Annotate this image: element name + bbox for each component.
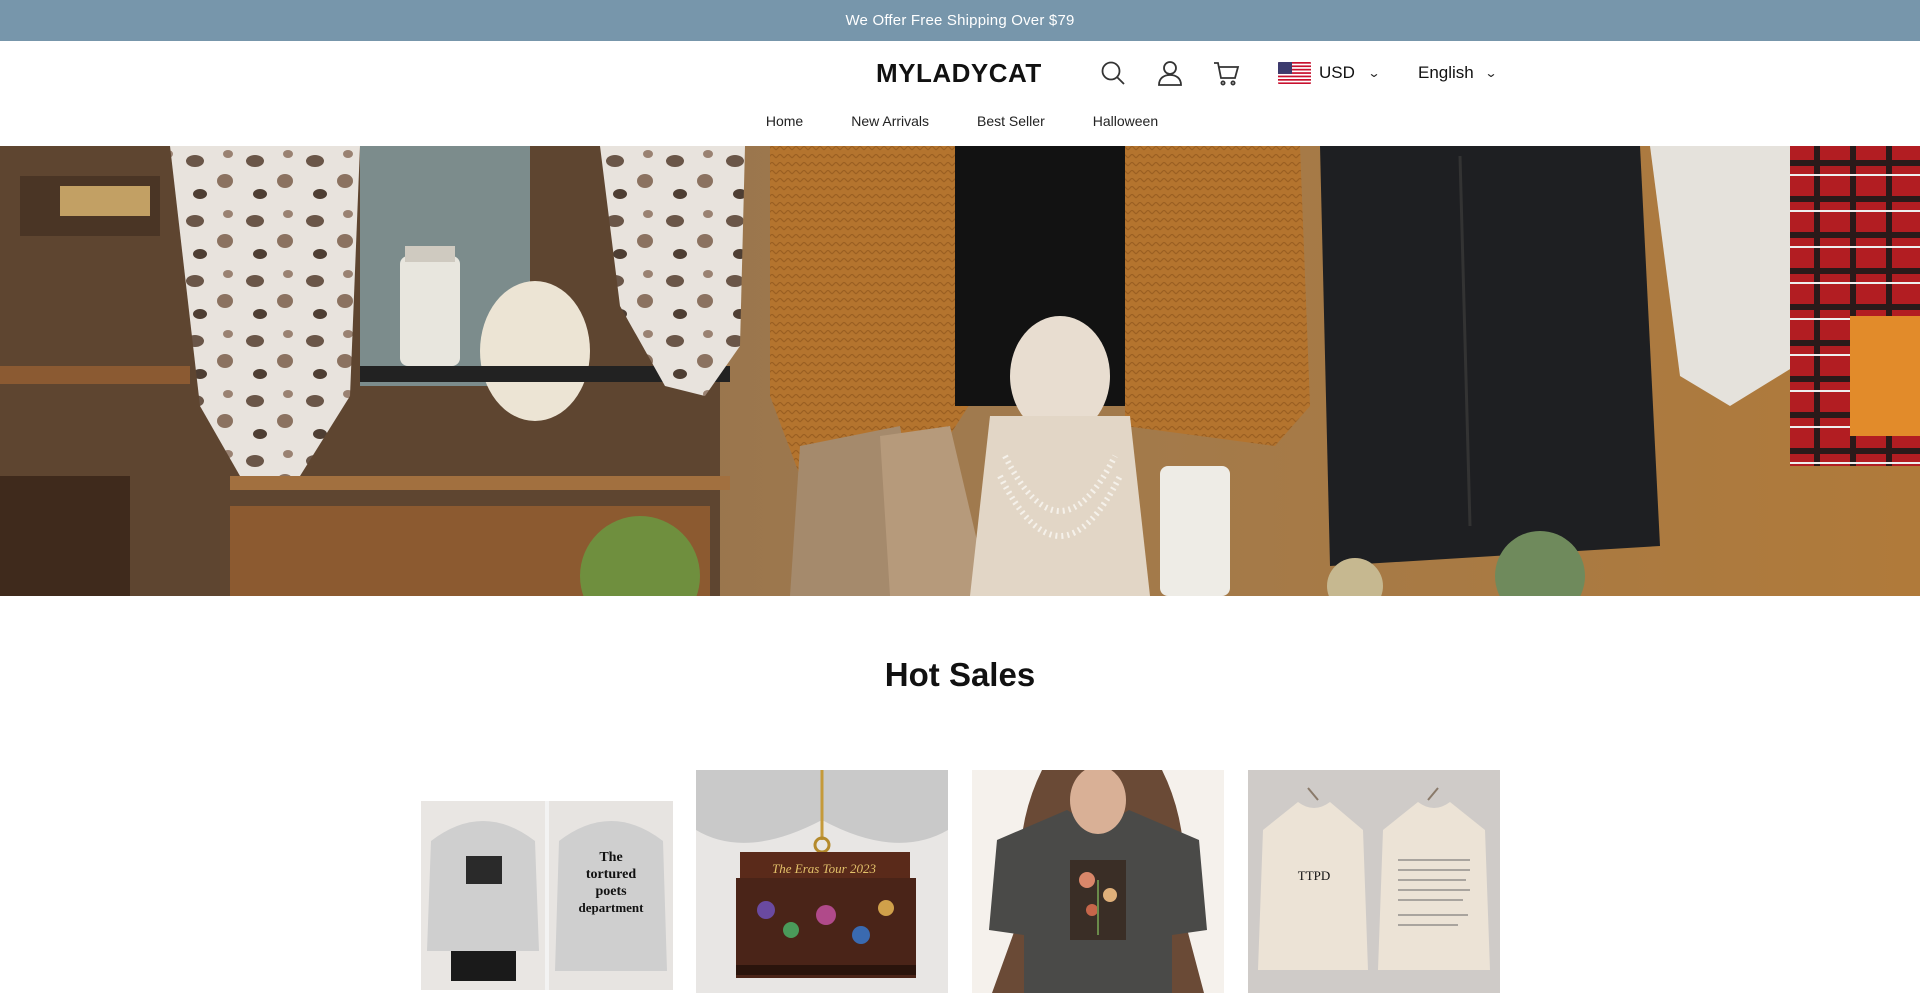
product-card[interactable] bbox=[972, 770, 1224, 993]
product-image: TTPD bbox=[1248, 770, 1500, 993]
cart-icon[interactable] bbox=[1210, 57, 1242, 89]
currency-selector[interactable]: USD ⌄ bbox=[1278, 59, 1381, 87]
us-flag-icon bbox=[1278, 62, 1311, 84]
chevron-down-icon: ⌄ bbox=[1367, 66, 1381, 80]
announcement-text: We Offer Free Shipping Over $79 bbox=[845, 12, 1075, 29]
svg-text:poets: poets bbox=[595, 884, 627, 899]
main-nav: Home New Arrivals Best Seller Halloween bbox=[0, 113, 1920, 129]
svg-text:TTPD: TTPD bbox=[1298, 868, 1331, 883]
language-label: English bbox=[1418, 63, 1474, 82]
section-title-hot-sales: Hot Sales bbox=[884, 656, 1036, 693]
chevron-down-icon: ⌄ bbox=[1484, 66, 1498, 80]
product-card[interactable]: The Eras Tour 2023 bbox=[696, 770, 948, 993]
product-image: The Eras Tour 2023 bbox=[696, 770, 948, 993]
site-header: MYLADYCAT USD ⌄ English ⌄ Home New Arriv… bbox=[0, 41, 1920, 145]
svg-text:tortured: tortured bbox=[586, 867, 636, 882]
svg-text:The Eras Tour 2023: The Eras Tour 2023 bbox=[772, 861, 876, 876]
svg-text:department: department bbox=[579, 900, 645, 915]
hero-image bbox=[0, 146, 1920, 596]
language-selector[interactable]: English ⌄ bbox=[1418, 59, 1498, 87]
product-image bbox=[972, 770, 1224, 993]
announcement-bar: We Offer Free Shipping Over $79 bbox=[0, 0, 1920, 41]
search-icon[interactable] bbox=[1097, 57, 1129, 89]
product-card[interactable]: The tortured poets department bbox=[421, 801, 673, 990]
nav-item-new-arrivals[interactable]: New Arrivals bbox=[851, 113, 929, 129]
product-card[interactable]: TTPD bbox=[1248, 770, 1500, 993]
product-image: The tortured poets department bbox=[421, 801, 673, 990]
nav-item-best-seller[interactable]: Best Seller bbox=[977, 113, 1045, 129]
account-icon[interactable] bbox=[1154, 57, 1186, 89]
store-logo[interactable]: MYLADYCAT bbox=[876, 58, 1042, 89]
hero-banner[interactable] bbox=[0, 146, 1920, 596]
currency-code: USD bbox=[1319, 63, 1355, 82]
nav-item-home[interactable]: Home bbox=[766, 113, 803, 129]
svg-text:The: The bbox=[599, 850, 622, 865]
nav-item-halloween[interactable]: Halloween bbox=[1093, 113, 1158, 129]
